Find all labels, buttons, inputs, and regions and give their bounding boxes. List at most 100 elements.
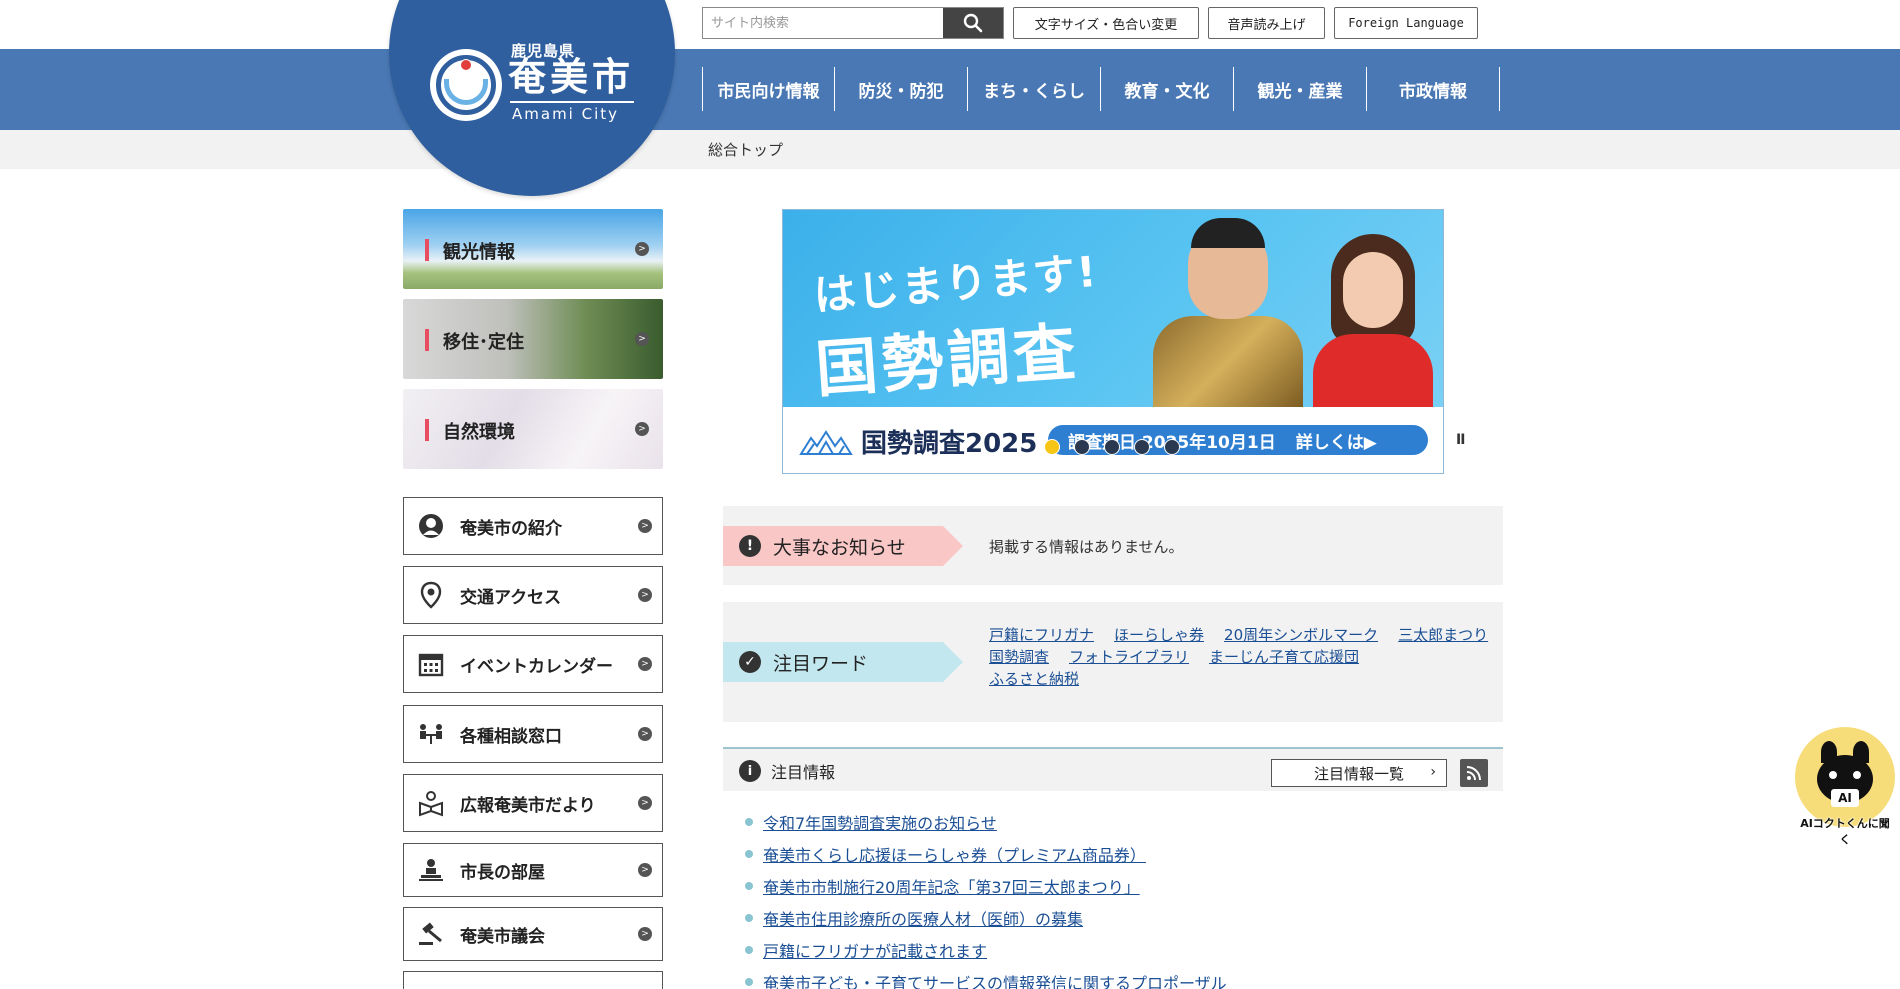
chevron-right-icon: > (635, 242, 649, 256)
featured-info-header: i 注目情報 注目情報一覧 › (723, 747, 1503, 791)
keyword-link[interactable]: まーじん子育て応援団 (1209, 648, 1359, 666)
featured-info-link[interactable]: 奄美市住用診療所の医療人材（医師）の募集 (763, 906, 1083, 930)
keyword-link[interactable]: 20周年シンボルマーク (1224, 626, 1378, 644)
photo-link-label: 自然環境 (443, 422, 515, 443)
accent-bar (425, 329, 429, 351)
sidebar-item-consultation[interactable]: 各種相談窓口 > (403, 705, 663, 763)
sidebar-item-label: 広報奄美市だより (460, 795, 596, 816)
chevron-right-icon: > (635, 422, 649, 436)
census-logo: 国勢調査2025 (799, 423, 1037, 460)
sidebar-item-city-intro[interactable]: 奄美市の紹介 > (403, 497, 663, 555)
keyword-links: 戸籍にフリガナ ほーらしゃ券 20周年シンボルマーク 三太郎まつり国勢調査 フォトライブ… (989, 624, 1489, 690)
ai-chat-caption: AIコクトくんに聞く (1800, 817, 1890, 846)
featured-info-link[interactable]: 奄美市子ども・子育てサービスの情報発信に関するプロポーザル (763, 970, 1227, 989)
banner-image: はじまります! 国勢調査 (783, 210, 1443, 407)
list-item: 奄美市住用診療所の医療人材（医師）の募集 (745, 902, 1227, 934)
keyword-link[interactable]: 戸籍にフリガナ (989, 626, 1094, 644)
keywords-tag: ✓ 注目ワード (723, 642, 963, 682)
featured-info-link[interactable]: 戸籍にフリガナが記載されます (763, 938, 987, 962)
chevron-right-icon: > (638, 657, 652, 671)
important-notice-tag: ! 大事なお知らせ (723, 526, 963, 566)
sidebar-item-label: 市長の部屋 (460, 862, 545, 883)
nav-item-city-administration[interactable]: 市政情報 (1367, 67, 1500, 111)
carousel-dot-3[interactable] (1104, 439, 1120, 455)
banner-headline-main: 国勢調査 (813, 314, 1082, 407)
foreign-language-button[interactable]: Foreign Language (1334, 7, 1478, 39)
ai-chat-button[interactable]: AI AIコクトくんに聞く (1795, 727, 1895, 846)
nav-item-education-culture[interactable]: 教育・文化 (1101, 67, 1234, 111)
list-item: 戸籍にフリガナが記載されます (745, 934, 1227, 966)
accent-bar (425, 239, 429, 261)
keyword-link[interactable]: 三太郎まつり (1398, 626, 1488, 644)
census-logo-text: 国勢調査2025 (861, 429, 1038, 459)
exclamation-icon: ! (739, 535, 761, 557)
voice-reading-button[interactable]: 音声読み上げ (1208, 7, 1325, 39)
keyword-link[interactable]: ふるさと納税 (989, 670, 1079, 688)
photo-link-nature[interactable]: 自然環境 > (403, 389, 663, 469)
chevron-right-icon: > (638, 863, 652, 877)
carousel-pause-button[interactable]: II (1456, 432, 1465, 448)
photo-link-label: 観光情報 (443, 242, 515, 263)
text-size-color-button[interactable]: 文字サイズ・色合い変更 (1013, 7, 1199, 39)
banner-more-link: 詳しくは▶ (1295, 432, 1377, 453)
calendar-icon (416, 649, 446, 679)
carousel-dot-4[interactable] (1134, 439, 1150, 455)
sidebar-item-newsletter[interactable]: 広報奄美市だより > (403, 774, 663, 832)
chevron-right-icon: > (638, 927, 652, 941)
sidebar-item-label: 交通アクセス (460, 587, 562, 608)
list-item: 奄美市市制施行20周年記念「第37回三太郎まつり」 (745, 870, 1227, 902)
keywords-section: ✓ 注目ワード 戸籍にフリガナ ほーらしゃ券 20周年シンボルマーク 三太郎まつり国勢… (723, 602, 1503, 722)
featured-info-link[interactable]: 奄美市くらし応援ほーらしゃ券（プレミアム商品券） (763, 842, 1146, 866)
photo-link-label: 移住･定住 (443, 332, 524, 353)
chevron-right-icon: > (638, 588, 652, 602)
featured-info-link[interactable]: 令和7年国勢調査実施のお知らせ (763, 810, 997, 834)
carousel-dots (1044, 439, 1180, 455)
sidebar-item-more[interactable] (403, 971, 663, 989)
breadcrumb-band (0, 130, 1900, 169)
featured-info-list-button[interactable]: 注目情報一覧 › (1271, 759, 1447, 787)
census-banner[interactable]: はじまります! 国勢調査 国勢調査2025 調査期日 2025年10月1日 詳し… (782, 209, 1444, 474)
carousel-dot-1[interactable] (1044, 439, 1060, 455)
photo-link-tourism[interactable]: 観光情報 > (403, 209, 663, 289)
consultation-icon (416, 719, 446, 749)
sidebar-item-city-council[interactable]: 奄美市議会 > (403, 907, 663, 961)
search-button[interactable] (943, 8, 1003, 38)
featured-info-link[interactable]: 奄美市市制施行20周年記念「第37回三太郎まつり」 (763, 874, 1140, 898)
logo-divider (510, 101, 634, 103)
keyword-link[interactable]: フォトライブラリ (1069, 648, 1189, 666)
sidebar-item-label: 奄美市の紹介 (460, 518, 562, 539)
carousel-dot-5[interactable] (1164, 439, 1180, 455)
bullet-icon (745, 914, 753, 922)
keyword-link[interactable]: 国勢調査 (989, 648, 1049, 666)
keyword-link[interactable]: ほーらしゃ券 (1114, 626, 1204, 644)
city-emblem-icon (430, 49, 502, 121)
sidebar-item-access[interactable]: 交通アクセス > (403, 566, 663, 624)
accent-bar (425, 419, 429, 441)
rss-button[interactable] (1460, 759, 1488, 787)
carousel-dot-2[interactable] (1074, 439, 1090, 455)
featured-info-title: i 注目情報 (739, 759, 835, 783)
map-pin-icon (416, 580, 446, 610)
sidebar-item-mayor[interactable]: 市長の部屋 > (403, 843, 663, 897)
rss-icon (1466, 766, 1481, 781)
person-icon (416, 511, 446, 541)
list-item: 奄美市くらし応援ほーらしゃ券（プレミアム商品券） (745, 838, 1227, 870)
search-input[interactable] (703, 8, 943, 38)
mayor-icon (416, 855, 446, 885)
nav-item-disaster-prevention[interactable]: 防災・防犯 (835, 67, 968, 111)
photo-link-relocation[interactable]: 移住･定住 > (403, 299, 663, 379)
nav-item-citizens[interactable]: 市民向け情報 (702, 67, 835, 111)
bullet-icon (745, 818, 753, 826)
breadcrumb: 総合トップ (708, 141, 784, 159)
nav-item-town-living[interactable]: まち・くらし (968, 67, 1101, 111)
important-notice-text: 掲載する情報はありません。 (989, 538, 1184, 556)
census-mountain-icon (799, 429, 853, 455)
important-notice-label: 大事なお知らせ (773, 536, 906, 559)
banner-person-right (1313, 234, 1433, 407)
chevron-right-icon: > (638, 796, 652, 810)
nav-item-tourism-industry[interactable]: 観光・産業 (1234, 67, 1367, 111)
logo-city-name-en: Amami City (512, 105, 620, 123)
list-item: 奄美市子ども・子育てサービスの情報発信に関するプロポーザル (745, 966, 1227, 989)
check-circle-icon: ✓ (739, 651, 761, 673)
sidebar-item-event-calendar[interactable]: イベントカレンダー > (403, 635, 663, 693)
